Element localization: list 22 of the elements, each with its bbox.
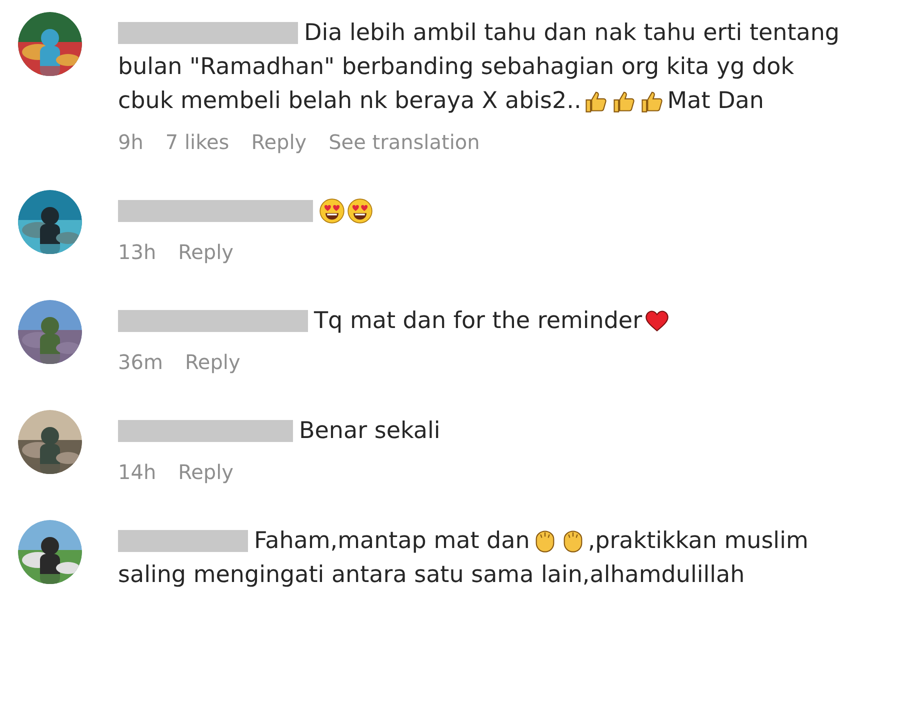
comment-text: Faham,mantap mat dan: [254, 527, 530, 556]
comment-text: saling mengingati antara satu sama lain,alhamdulillah: [118, 561, 745, 590]
heart-icon: [644, 308, 670, 334]
comment-action-link[interactable]: See translation: [328, 130, 480, 154]
comment-meta: 14h: [118, 460, 156, 484]
comment-text: Tq mat dan for the reminder: [314, 307, 642, 336]
comment-text: Mat Dan: [667, 87, 764, 116]
comment-action-link[interactable]: Reply: [251, 130, 307, 154]
comment-action-link[interactable]: Reply: [178, 240, 234, 264]
comment-meta: 36m: [118, 350, 163, 374]
heart-eyes-emoji-icon: [347, 198, 373, 224]
comment-text: Benar sekali: [299, 417, 440, 446]
heart-eyes-emoji-icon: [319, 198, 345, 224]
comment-action-link[interactable]: Reply: [184, 350, 240, 374]
comment-text: bulan "Ramadhan" berbanding sebahagian org kita yg dok: [118, 53, 794, 82]
comment-action-link[interactable]: Reply: [178, 460, 234, 484]
comment-text: ,praktikkan muslim: [588, 527, 808, 556]
comment-meta: 9h: [118, 130, 144, 154]
comment-meta: 13h: [118, 240, 156, 264]
comment-meta: 7 likes: [165, 130, 230, 154]
comment-text: Dia lebih ambil tahu dan nak tahu erti tentang: [304, 19, 840, 48]
comment-text: cbuk membeli belah nk beraya X abis2..: [118, 87, 582, 116]
